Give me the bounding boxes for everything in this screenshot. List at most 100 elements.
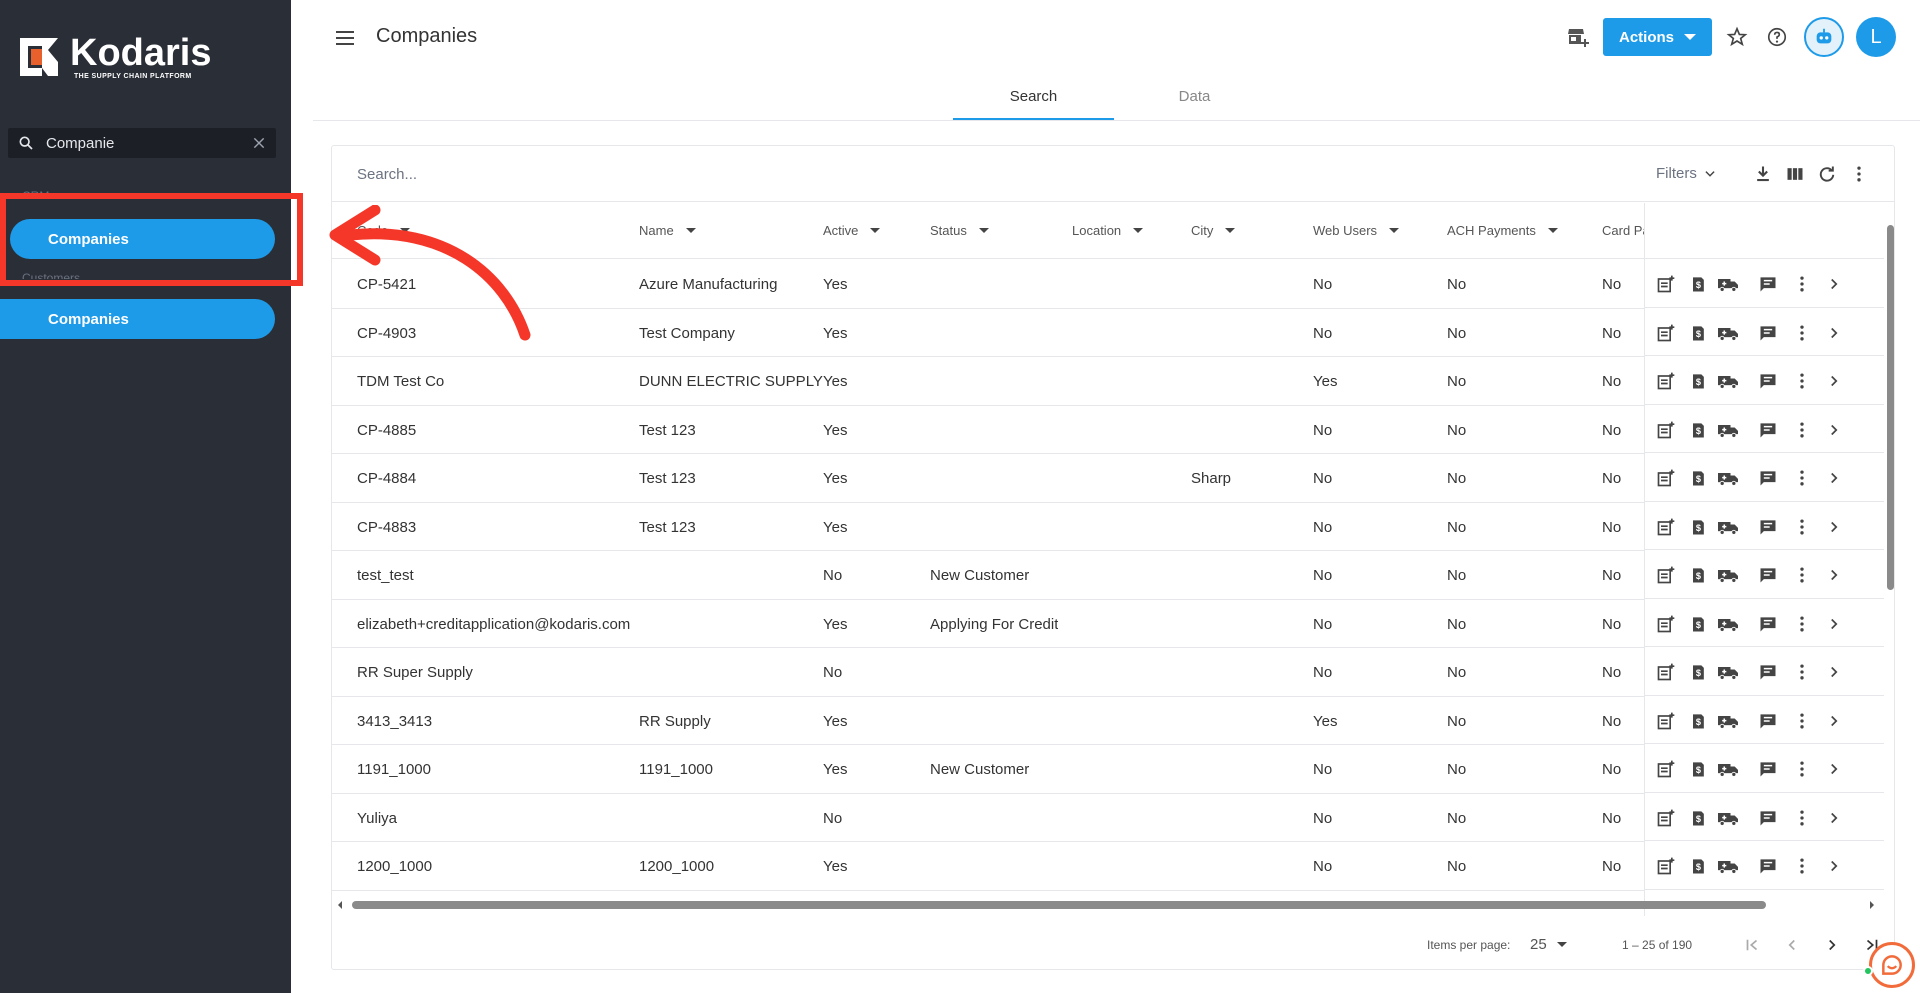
shipping-truck-icon[interactable]: [1717, 370, 1739, 392]
column-header-code[interactable]: Code: [357, 223, 411, 238]
chevron-right-icon[interactable]: [1823, 807, 1845, 829]
chevron-right-icon[interactable]: [1823, 516, 1845, 538]
table-row[interactable]: Yuliya No No No No: [332, 794, 1644, 842]
shipping-truck-icon[interactable]: [1717, 273, 1739, 295]
chevron-right-icon[interactable]: [1823, 855, 1845, 877]
more-vert-icon[interactable]: [1791, 322, 1813, 344]
table-row[interactable]: CP-4903 Test Company Yes No No No: [332, 309, 1644, 357]
chevron-right-icon[interactable]: [1823, 467, 1845, 489]
horizontal-scrollbar[interactable]: [332, 896, 1894, 912]
table-row[interactable]: 3413_3413 RR Supply Yes Yes No No: [332, 697, 1644, 745]
comment-icon[interactable]: [1757, 807, 1779, 829]
table-row[interactable]: elizabeth+creditapplication@kodaris.com Y…: [332, 600, 1644, 648]
column-header-name[interactable]: Name: [639, 223, 696, 238]
assistant-bot-icon[interactable]: [1804, 17, 1844, 57]
table-row[interactable]: CP-5421 Azure Manufacturing Yes No No No: [332, 260, 1644, 309]
support-chat-icon[interactable]: [1869, 942, 1915, 988]
more-vert-icon[interactable]: [1791, 516, 1813, 538]
close-icon[interactable]: [252, 136, 266, 150]
table-row[interactable]: TDM Test Co DUNN ELECTRIC SUPPLY Yes Yes No N…: [332, 357, 1644, 406]
comment-icon[interactable]: [1757, 467, 1779, 489]
shipping-truck-icon[interactable]: [1717, 613, 1739, 635]
sidebar-search-input[interactable]: Companie: [46, 135, 252, 152]
table-row[interactable]: RR Super Supply No No No No: [332, 648, 1644, 697]
shipping-truck-icon[interactable]: [1717, 710, 1739, 732]
price-tag-icon[interactable]: $: [1687, 661, 1709, 683]
refresh-icon[interactable]: [1811, 161, 1843, 187]
shipping-truck-icon[interactable]: [1717, 322, 1739, 344]
table-row[interactable]: 1200_1000 1200_1000 Yes No No No: [332, 842, 1644, 891]
add-note-icon[interactable]: [1655, 273, 1677, 295]
add-note-icon[interactable]: [1655, 419, 1677, 441]
price-tag-icon[interactable]: $: [1687, 419, 1709, 441]
more-vert-icon[interactable]: [1791, 273, 1813, 295]
comment-icon[interactable]: [1757, 661, 1779, 683]
scroll-right-icon[interactable]: [1868, 900, 1876, 910]
price-tag-icon[interactable]: $: [1687, 807, 1709, 829]
price-tag-icon[interactable]: $: [1687, 370, 1709, 392]
avatar[interactable]: L: [1856, 17, 1896, 57]
price-tag-icon[interactable]: $: [1687, 322, 1709, 344]
add-note-icon[interactable]: [1655, 322, 1677, 344]
add-note-icon[interactable]: [1655, 661, 1677, 683]
vertical-scrollbar[interactable]: [1885, 203, 1894, 916]
scroll-left-icon[interactable]: [336, 900, 344, 910]
chevron-right-icon[interactable]: [1823, 370, 1845, 392]
add-note-icon[interactable]: [1655, 710, 1677, 732]
add-note-icon[interactable]: [1655, 758, 1677, 780]
chevron-right-icon[interactable]: [1823, 613, 1845, 635]
column-header-active[interactable]: Active: [823, 223, 881, 238]
filters-button[interactable]: Filters: [1656, 165, 1717, 182]
column-header-card-payments[interactable]: Card Pa: [1602, 223, 1644, 238]
chevron-right-icon[interactable]: [1823, 564, 1845, 586]
comment-icon[interactable]: [1757, 370, 1779, 392]
shipping-truck-icon[interactable]: [1717, 807, 1739, 829]
more-vert-icon[interactable]: [1791, 613, 1813, 635]
chevron-right-icon[interactable]: [1823, 758, 1845, 780]
chevron-right-icon[interactable]: [1823, 419, 1845, 441]
price-tag-icon[interactable]: $: [1687, 758, 1709, 780]
table-row[interactable]: test_test No New Customer No No No: [332, 551, 1644, 600]
grid-search-input[interactable]: Search...: [357, 166, 417, 183]
tab-data[interactable]: Data: [1114, 78, 1275, 120]
shipping-truck-icon[interactable]: [1717, 419, 1739, 441]
comment-icon[interactable]: [1757, 419, 1779, 441]
previous-page-icon[interactable]: [1772, 932, 1812, 958]
column-header-location[interactable]: Location: [1072, 223, 1144, 238]
star-icon[interactable]: [1722, 22, 1752, 52]
add-note-icon[interactable]: [1655, 516, 1677, 538]
sidebar-search-field[interactable]: Companie: [8, 128, 276, 158]
add-note-icon[interactable]: [1655, 564, 1677, 586]
sidebar-item-customers-companies[interactable]: Companies: [0, 299, 275, 339]
more-vert-icon[interactable]: [1791, 419, 1813, 441]
chevron-right-icon[interactable]: [1823, 322, 1845, 344]
more-vert-icon[interactable]: [1843, 161, 1875, 187]
more-vert-icon[interactable]: [1791, 855, 1813, 877]
column-header-web-users[interactable]: Web Users: [1313, 223, 1400, 238]
column-header-ach-payments[interactable]: ACH Payments: [1447, 223, 1558, 238]
help-icon[interactable]: [1762, 22, 1792, 52]
tab-search[interactable]: Search: [953, 78, 1114, 120]
table-row[interactable]: 1191_1000 1191_1000 Yes New Customer No No No: [332, 745, 1644, 794]
table-row[interactable]: CP-4883 Test 123 Yes No No No: [332, 503, 1644, 551]
price-tag-icon[interactable]: $: [1687, 273, 1709, 295]
comment-icon[interactable]: [1757, 855, 1779, 877]
comment-icon[interactable]: [1757, 613, 1779, 635]
add-note-icon[interactable]: [1655, 613, 1677, 635]
price-tag-icon[interactable]: $: [1687, 467, 1709, 489]
table-row[interactable]: CP-4884 Test 123 Yes Sharp No No No: [332, 454, 1644, 503]
more-vert-icon[interactable]: [1791, 661, 1813, 683]
horizontal-scrollbar-thumb[interactable]: [352, 901, 1766, 909]
add-note-icon[interactable]: [1655, 855, 1677, 877]
columns-icon[interactable]: [1779, 161, 1811, 187]
more-vert-icon[interactable]: [1791, 710, 1813, 732]
add-note-icon[interactable]: [1655, 467, 1677, 489]
shipping-truck-icon[interactable]: [1717, 516, 1739, 538]
more-vert-icon[interactable]: [1791, 807, 1813, 829]
actions-button[interactable]: Actions: [1602, 18, 1712, 56]
page-size-select[interactable]: 25: [1530, 936, 1567, 953]
column-header-city[interactable]: City: [1191, 223, 1236, 238]
price-tag-icon[interactable]: $: [1687, 710, 1709, 732]
chevron-right-icon[interactable]: [1823, 273, 1845, 295]
table-row[interactable]: CP-4885 Test 123 Yes No No No: [332, 406, 1644, 454]
